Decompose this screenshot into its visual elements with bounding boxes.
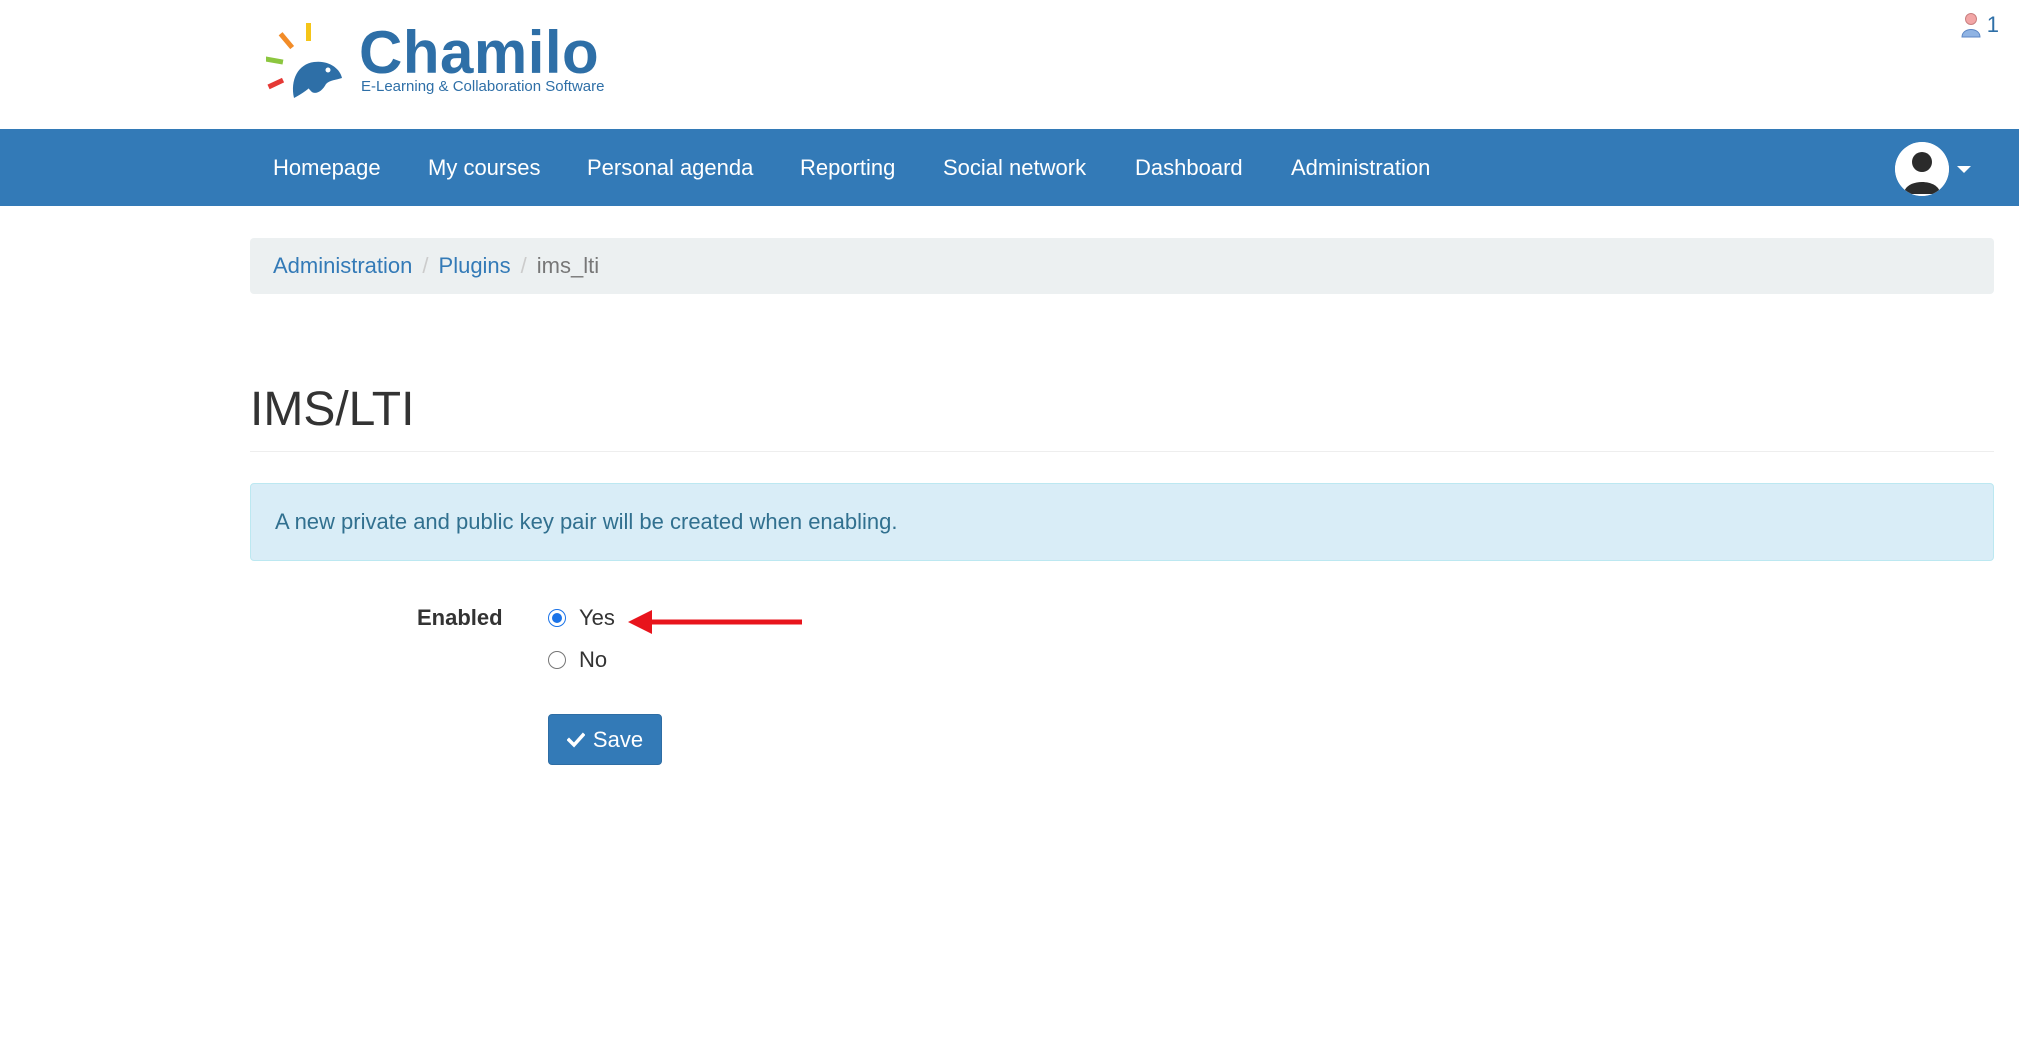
enabled-yes-option[interactable]: Yes xyxy=(548,605,615,631)
avatar xyxy=(1895,142,1949,196)
enabled-yes-radio[interactable] xyxy=(548,609,566,627)
user-menu-toggle[interactable] xyxy=(1895,142,1971,196)
notifications[interactable]: 1 xyxy=(1961,12,1999,38)
enabled-no-radio[interactable] xyxy=(548,651,566,669)
chevron-down-icon xyxy=(1957,165,1971,173)
chameleon-logo-icon xyxy=(266,23,342,98)
header: Chamilo E-Learning & Collaboration Softw… xyxy=(0,0,2019,129)
breadcrumb-separator: / xyxy=(520,253,527,278)
nav-item-my-courses[interactable]: My courses xyxy=(428,129,540,206)
nav-item-dashboard[interactable]: Dashboard xyxy=(1135,129,1243,206)
nav-item-reporting[interactable]: Reporting xyxy=(800,129,895,206)
annotation-arrow-icon xyxy=(628,610,802,634)
check-icon xyxy=(566,732,585,748)
nav-item-social-network[interactable]: Social network xyxy=(943,129,1086,206)
nav-item-personal-agenda[interactable]: Personal agenda xyxy=(587,129,753,206)
enabled-label: Enabled xyxy=(417,605,503,630)
enabled-no-label: No xyxy=(579,647,608,672)
breadcrumb-separator: / xyxy=(422,253,429,278)
chamilo-logo[interactable]: Chamilo E-Learning & Collaboration Softw… xyxy=(266,19,616,105)
breadcrumb-plugins[interactable]: Plugins xyxy=(439,253,511,279)
main-navbar: Homepage My courses Personal agenda Repo… xyxy=(0,129,2019,206)
notifications-count: 1 xyxy=(1986,12,1999,37)
info-alert-text: A new private and public key pair will b… xyxy=(275,509,898,534)
logo-subtitle: E-Learning & Collaboration Software xyxy=(361,78,605,95)
breadcrumb-current: ims_lti xyxy=(536,253,600,278)
nav-item-homepage[interactable]: Homepage xyxy=(273,129,381,206)
user-silhouette-icon xyxy=(1895,142,1949,196)
save-button-label: Save xyxy=(592,726,644,752)
enabled-no-option[interactable]: No xyxy=(548,647,607,673)
breadcrumb: Administration / Plugins / ims_lti xyxy=(250,238,1994,294)
page-title: IMS/LTI xyxy=(250,383,415,436)
user-notification-icon xyxy=(1961,13,1981,38)
logo-title: Chamilo xyxy=(359,19,600,86)
info-alert: A new private and public key pair will b… xyxy=(250,483,1994,561)
enabled-yes-label: Yes xyxy=(579,605,615,630)
save-button[interactable]: Save xyxy=(548,714,662,765)
nav-item-administration[interactable]: Administration xyxy=(1291,129,1430,206)
breadcrumb-administration[interactable]: Administration xyxy=(273,253,412,279)
title-divider xyxy=(250,451,1994,452)
